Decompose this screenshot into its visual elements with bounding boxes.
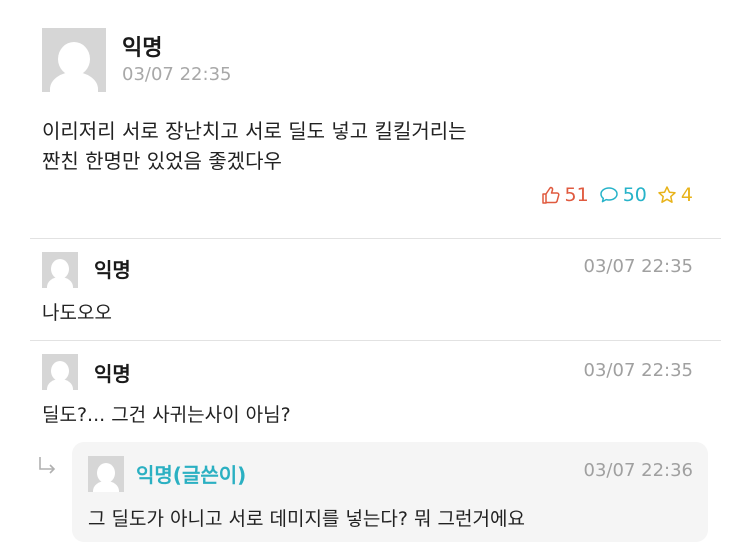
comment-timestamp: 03/07 22:35	[583, 360, 693, 381]
post-timestamp: 03/07 22:35	[122, 64, 232, 85]
reply-timestamp: 03/07 22:36	[583, 460, 693, 481]
post-body-line: 이리저리 서로 장난치고 서로 딜도 넣고 킬킬거리는	[42, 119, 467, 143]
avatar-body	[50, 72, 98, 92]
comment-count: 50	[622, 184, 647, 206]
reply-author-name: 익명(글쓴이)	[136, 463, 247, 487]
avatar-head	[58, 42, 90, 76]
scrap-count: 4	[680, 184, 693, 206]
speech-bubble-icon	[599, 187, 618, 203]
comment-author-avatar	[42, 252, 78, 288]
comment-count-button[interactable]: 50	[599, 184, 647, 206]
comment-author-avatar	[42, 354, 78, 390]
avatar-head	[51, 361, 69, 381]
avatar-body	[47, 277, 73, 288]
like-button[interactable]: 51	[541, 184, 589, 206]
avatar-head	[97, 463, 115, 483]
comment-author-name: 익명	[94, 258, 131, 282]
thumbs-up-icon	[541, 186, 560, 204]
post-body: 이리저리 서로 장난치고 서로 딜도 넣고 킬킬거리는 짠친 한명만 있었음 좋…	[42, 116, 467, 176]
reply-text: 그 딜도가 아니고 서로 데미지를 넣는다? 뭐 그런거에요	[88, 508, 525, 530]
avatar-head	[51, 259, 69, 279]
comment-timestamp: 03/07 22:35	[583, 256, 693, 277]
like-count: 51	[564, 184, 589, 206]
post-author-avatar	[42, 28, 106, 92]
post-author-name: 익명	[122, 36, 163, 61]
comment-text: 딜도?... 그건 사귀는사이 아님?	[42, 404, 291, 426]
post-stats: 51 50 4	[541, 184, 693, 206]
reply-arrow-icon	[39, 457, 56, 474]
post-body-line: 짠친 한명만 있었음 좋겠다우	[42, 149, 282, 173]
reply-author-avatar	[88, 456, 124, 492]
avatar-body	[93, 481, 119, 492]
divider	[30, 340, 721, 341]
avatar-body	[47, 379, 73, 390]
star-icon	[658, 186, 676, 203]
comment-text: 나도오오	[42, 302, 112, 324]
scrap-button[interactable]: 4	[657, 184, 693, 206]
comment-author-name: 익명	[94, 362, 131, 386]
divider	[30, 238, 721, 239]
